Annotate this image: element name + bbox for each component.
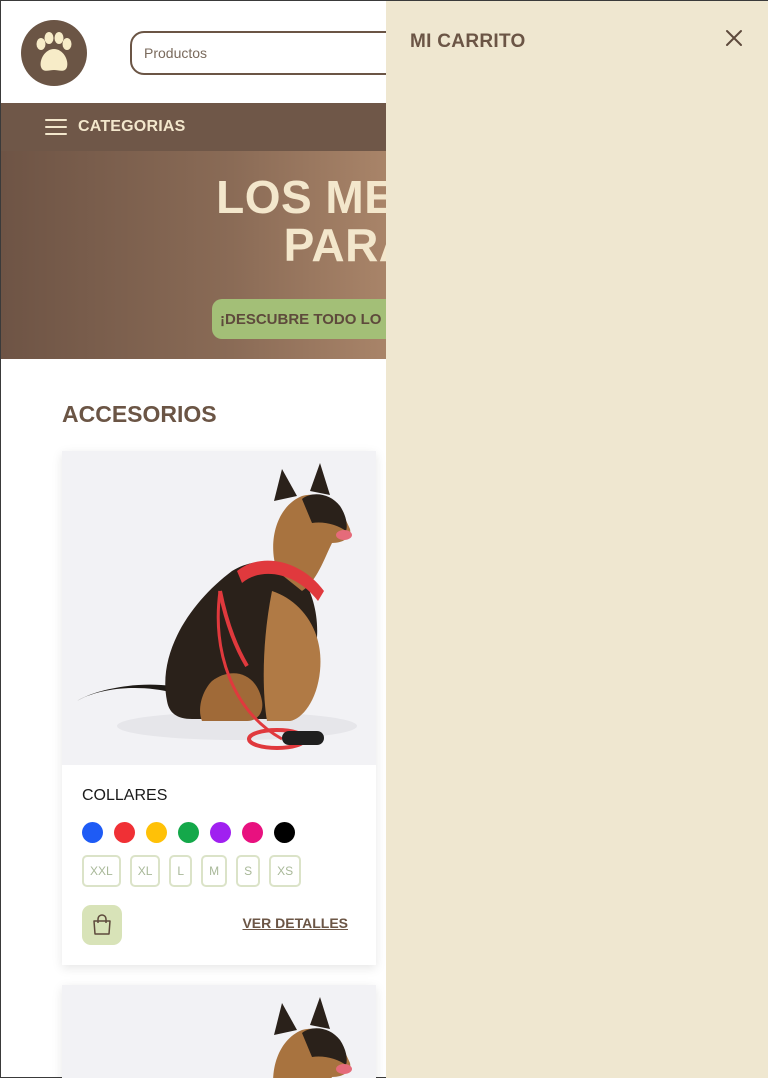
color-swatch-black[interactable] [274, 822, 295, 843]
color-swatch-yellow[interactable] [146, 822, 167, 843]
cart-title: MI CARRITO [410, 31, 526, 52]
size-option-xxl[interactable]: XXL [82, 855, 121, 887]
product-card [62, 985, 376, 1078]
discover-button[interactable]: ¡DESCUBRE TODO LO Q [212, 299, 406, 339]
size-option-l[interactable]: L [169, 855, 193, 887]
size-options: XXL XL L M S XS [82, 855, 356, 887]
paw-icon [36, 32, 72, 71]
product-image[interactable] [62, 985, 376, 1078]
section-title: ACCESORIOS [62, 401, 217, 427]
categories-button[interactable]: CATEGORIAS [78, 118, 185, 136]
color-swatch-red[interactable] [114, 822, 135, 843]
dog-photo [62, 451, 376, 765]
close-icon[interactable] [725, 29, 743, 47]
size-option-xs[interactable]: XS [269, 855, 302, 887]
shopping-bag-icon [93, 914, 111, 935]
hamburger-icon[interactable] [45, 119, 67, 135]
color-swatches [82, 822, 356, 843]
dog-photo [62, 985, 376, 1078]
color-swatch-pink[interactable] [242, 822, 263, 843]
product-name[interactable]: COLLARES [82, 787, 356, 805]
view-details-link[interactable]: VER DETALLES [242, 915, 348, 931]
color-swatch-blue[interactable] [82, 822, 103, 843]
color-swatch-purple[interactable] [210, 822, 231, 843]
size-option-m[interactable]: M [201, 855, 228, 887]
size-option-xl[interactable]: XL [129, 855, 161, 887]
cart-drawer: MI CARRITO [386, 1, 768, 1078]
product-card: COLLARES XXL XL L M S XS VER DETALLES [62, 451, 376, 965]
product-image[interactable] [62, 451, 376, 765]
size-option-s[interactable]: S [236, 855, 261, 887]
product-card-body: COLLARES XXL XL L M S XS VER DETALLES [62, 765, 376, 965]
add-to-cart-button[interactable] [82, 905, 122, 945]
color-swatch-green[interactable] [178, 822, 199, 843]
logo[interactable] [21, 20, 87, 86]
